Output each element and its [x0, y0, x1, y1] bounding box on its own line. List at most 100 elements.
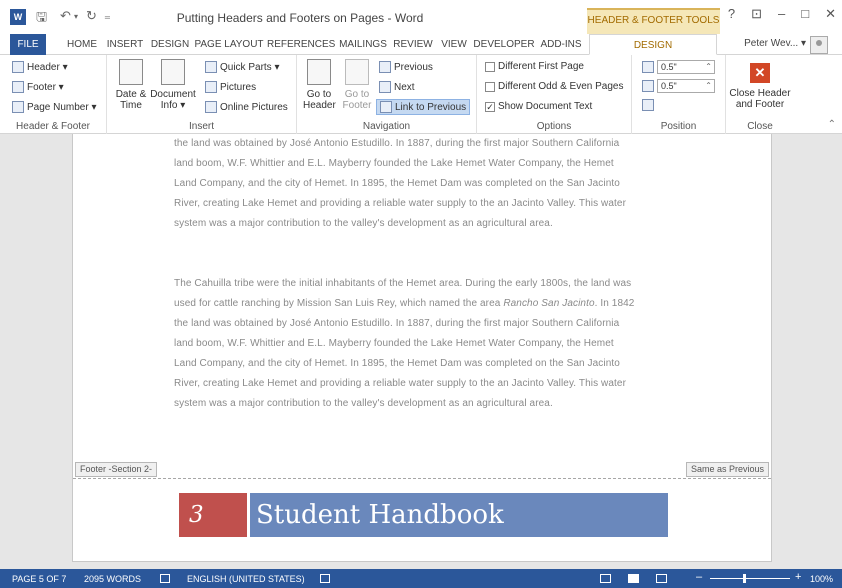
- footer-button[interactable]: Footer ▾: [12, 81, 64, 93]
- zoom-out-button[interactable]: –: [696, 571, 702, 583]
- word-count[interactable]: 2095 WORDS: [84, 574, 141, 584]
- different-odd-even-checkbox[interactable]: Different Odd & Even Pages: [485, 81, 623, 92]
- tab-insert[interactable]: INSERT: [103, 34, 147, 55]
- group-insert: Date & Time Document Info ▾ Quick Parts …: [107, 55, 297, 134]
- page[interactable]: the land was obtained by José Antonio Es…: [72, 134, 772, 562]
- link-to-previous-button[interactable]: Link to Previous: [376, 99, 471, 115]
- insert-alignment-tab-button[interactable]: [642, 99, 654, 111]
- group-options: Different First Page Different Odd & Eve…: [477, 55, 632, 134]
- header-position-control: 0.5": [642, 60, 715, 74]
- footer-from-bottom-input[interactable]: 0.5": [657, 79, 715, 93]
- tab-page-layout[interactable]: PAGE LAYOUT: [193, 34, 265, 55]
- header-from-top-icon: [642, 61, 654, 73]
- maximize-icon[interactable]: □: [801, 6, 809, 22]
- checkbox-unchecked: [485, 81, 495, 92]
- footer-page-number[interactable]: 3: [179, 493, 247, 537]
- footer-icon: [12, 81, 24, 93]
- minimize-icon[interactable]: –: [778, 6, 785, 22]
- close-window-icon[interactable]: ✕: [825, 6, 836, 22]
- chevron-down-icon: ▾: [800, 38, 806, 49]
- zoom-in-button[interactable]: +: [795, 571, 801, 583]
- go-to-footer-icon: [345, 59, 369, 85]
- tab-references[interactable]: REFERENCES: [267, 34, 335, 55]
- group-header-footer: Header ▾ Footer ▾ Page Number ▾ Header &…: [0, 55, 107, 134]
- header-icon: [12, 61, 24, 73]
- different-first-page-checkbox[interactable]: Different First Page: [485, 61, 584, 72]
- read-mode-icon[interactable]: [600, 574, 611, 583]
- next-icon: [379, 81, 391, 93]
- pictures-button[interactable]: Pictures: [205, 81, 256, 93]
- group-close: ✕ Close Header and Footer Close: [726, 55, 794, 134]
- text-line: the land was obtained by José Antonio Es…: [174, 138, 620, 149]
- pictures-label: Pictures: [220, 81, 257, 93]
- date-time-label-2: Time: [120, 100, 142, 111]
- previous-button[interactable]: Previous: [379, 61, 433, 73]
- same-as-previous-tag: Same as Previous: [685, 462, 769, 477]
- help-icon[interactable]: ?: [728, 6, 735, 22]
- group-label: Options: [536, 121, 572, 132]
- page-number-icon: [12, 101, 24, 113]
- avatar[interactable]: [810, 36, 828, 54]
- group-label: Position: [660, 121, 697, 132]
- macro-record-icon[interactable]: [320, 574, 330, 583]
- collapse-ribbon-icon[interactable]: ⌃: [828, 119, 836, 130]
- print-layout-icon[interactable]: [628, 574, 639, 583]
- footer-title[interactable]: Student Handbook: [250, 493, 668, 537]
- zoom-slider-thumb[interactable]: [742, 574, 746, 583]
- tab-review[interactable]: REVIEW: [391, 34, 435, 55]
- go-to-footer-label-1: Go to: [344, 89, 370, 100]
- close-header-footer-button[interactable]: ✕ Close Header and Footer: [728, 63, 792, 110]
- tab-file[interactable]: FILE: [10, 34, 46, 55]
- tab-add-ins[interactable]: ADD-INS: [536, 34, 586, 55]
- date-time-button[interactable]: Date & Time: [115, 59, 147, 111]
- footer-from-bottom-icon: [642, 80, 654, 92]
- proofing-icon[interactable]: [160, 574, 170, 583]
- show-document-text-checkbox[interactable]: ✓ Show Document Text: [485, 101, 592, 112]
- online-pictures-button[interactable]: Online Pictures: [205, 101, 288, 113]
- title-bar: W 🖫 ↶ ▾ ↻ ₌ Putting Headers and Footers …: [0, 0, 842, 34]
- online-pictures-icon: [205, 101, 217, 113]
- page-number-button[interactable]: Page Number ▾: [12, 101, 97, 113]
- text-line: River, creating Lake Hemet and providing…: [174, 198, 626, 209]
- language[interactable]: ENGLISH (UNITED STATES): [187, 574, 305, 584]
- zoom-slider[interactable]: [710, 578, 790, 579]
- header-button[interactable]: Header ▾: [12, 61, 68, 73]
- tab-view[interactable]: VIEW: [436, 34, 472, 55]
- checkbox-unchecked: [485, 61, 495, 72]
- tab-home[interactable]: HOME: [62, 34, 102, 55]
- document-area: the land was obtained by José Antonio Es…: [0, 134, 842, 569]
- tab-design[interactable]: DESIGN: [148, 34, 192, 55]
- go-to-header-button[interactable]: Go to Header: [303, 59, 336, 111]
- tab-developer[interactable]: DEVELOPER: [473, 34, 535, 55]
- paragraph-2[interactable]: The Cahuilla tribe were the initial inha…: [174, 274, 674, 414]
- document-info-label-1: Document: [150, 89, 196, 100]
- page-count[interactable]: PAGE 5 OF 7: [12, 574, 66, 584]
- tab-mailings[interactable]: MAILINGS: [336, 34, 390, 55]
- paragraph-1[interactable]: the land was obtained by José Antonio Es…: [174, 134, 674, 234]
- web-layout-icon[interactable]: [656, 574, 667, 583]
- text-line: Land Company, and the city of Hemet. In …: [174, 178, 620, 189]
- ribbon: Header ▾ Footer ▾ Page Number ▾ Header &…: [0, 55, 842, 134]
- quick-parts-button[interactable]: Quick Parts ▾: [205, 61, 279, 73]
- go-to-footer-button[interactable]: Go to Footer: [341, 59, 373, 111]
- header-from-top-input[interactable]: 0.5": [657, 60, 715, 74]
- ribbon-tabs: FILE HOME INSERT DESIGN PAGE LAYOUT REFE…: [0, 34, 842, 55]
- group-label: Navigation: [362, 121, 411, 132]
- user-account[interactable]: Peter Wev... ▾: [744, 38, 806, 49]
- link-icon: [380, 101, 392, 113]
- footer-section-tag: Footer -Section 2-: [75, 462, 158, 477]
- group-label: Header & Footer: [16, 121, 90, 132]
- different-odd-even-label: Different Odd & Even Pages: [498, 81, 624, 92]
- text-line: system was a major contribution to the v…: [174, 218, 553, 229]
- previous-label: Previous: [394, 61, 433, 73]
- ribbon-display-options-icon[interactable]: ⊡: [751, 6, 762, 22]
- alignment-tab-icon: [642, 99, 654, 111]
- text-run: used for cattle ranching by Mission San …: [174, 298, 504, 309]
- zoom-level[interactable]: 100%: [810, 574, 833, 584]
- tab-header-footer-design[interactable]: DESIGN: [589, 34, 717, 55]
- footer-boundary: [73, 478, 771, 479]
- go-to-header-icon: [307, 59, 331, 85]
- date-time-label-1: Date &: [115, 89, 147, 100]
- document-info-button[interactable]: Document Info ▾: [147, 59, 199, 111]
- next-button[interactable]: Next: [379, 81, 415, 93]
